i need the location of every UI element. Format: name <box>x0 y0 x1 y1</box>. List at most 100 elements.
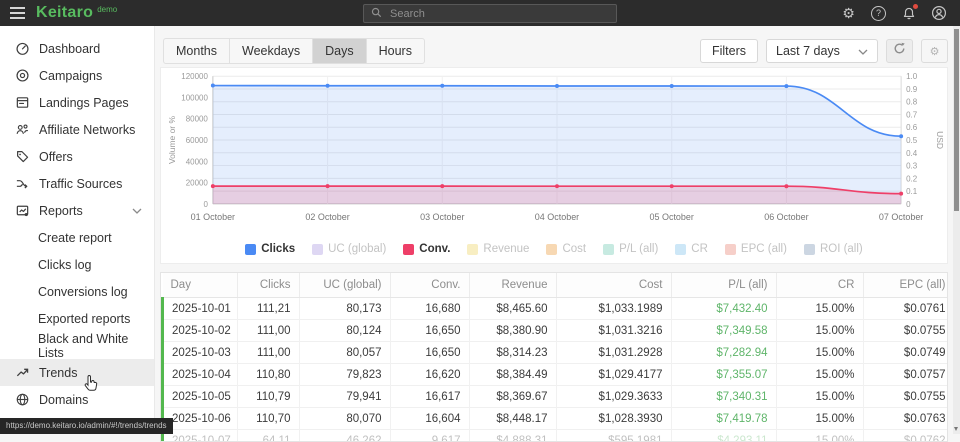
sidebar-item-domains[interactable]: Domains <box>0 386 154 413</box>
table-cell: $0.0762 <box>863 430 948 442</box>
table-cell: 16,650 <box>390 342 469 364</box>
chart-legend: Clicks UC (global) Conv. Revenue Cost P/L (al… <box>161 239 947 263</box>
sidebar-item-reports[interactable]: Reports <box>0 197 154 224</box>
search-input[interactable] <box>388 7 609 21</box>
refresh-icon <box>893 42 906 60</box>
column-header[interactable]: Clicks <box>237 273 299 298</box>
trends-table: DayClicksUC (global)Conv.RevenueCostP/L … <box>161 273 948 442</box>
svg-text:0.3: 0.3 <box>906 162 918 171</box>
table-cell: 15.00% <box>776 430 863 442</box>
table-cell: $8,448.17 <box>469 408 556 430</box>
settings-icon[interactable]: ⚙ <box>840 5 857 22</box>
svg-text:0.2: 0.2 <box>906 174 918 183</box>
table-cell: 2025-10-07 <box>163 430 238 442</box>
filters-button[interactable]: Filters <box>700 39 758 63</box>
table-cell: $8,314.23 <box>469 342 556 364</box>
top-bar: Keitaro demo ⚙ ? <box>0 0 960 26</box>
sidebar-item-affiliate-networks[interactable]: Affiliate Networks <box>0 116 154 143</box>
trend-arrow-icon <box>14 365 30 381</box>
column-header[interactable]: P/L (all) <box>671 273 776 298</box>
legend-label: Cost <box>562 243 586 255</box>
landing-page-icon <box>14 95 30 111</box>
table-cell: 80,124 <box>299 320 390 342</box>
table-cell: 80,173 <box>299 298 390 320</box>
table-row: 2025-10-01111,2180,17316,680$8,465.60$1,… <box>163 298 949 320</box>
svg-text:Volume or %: Volume or % <box>167 116 177 164</box>
sidebar-item-campaigns[interactable]: Campaigns <box>0 62 154 89</box>
legend-item[interactable]: UC (global) <box>312 243 386 255</box>
gauge-icon <box>14 41 30 57</box>
legend-item[interactable]: CR <box>675 243 708 255</box>
sidebar-item-clicks-log[interactable]: Clicks log <box>0 251 154 278</box>
legend-item[interactable]: Conv. <box>403 243 450 255</box>
svg-text:0.7: 0.7 <box>906 110 918 119</box>
column-header[interactable]: CR <box>776 273 863 298</box>
table-cell: 80,057 <box>299 342 390 364</box>
sidebar-item-black-white-lists[interactable]: Black and White Lists <box>0 332 154 359</box>
table-cell: 79,823 <box>299 364 390 386</box>
svg-text:0.4: 0.4 <box>906 149 918 158</box>
table-cell: 15.00% <box>776 342 863 364</box>
column-header[interactable]: Day <box>163 273 238 298</box>
sidebar-item-traffic-sources[interactable]: Traffic Sources <box>0 170 154 197</box>
column-header[interactable]: EPC (all) <box>863 273 948 298</box>
tab-weekdays[interactable]: Weekdays <box>230 39 313 63</box>
trends-chart: 02000040000600008000010000012000000.10.2… <box>161 68 949 234</box>
svg-text:01 October: 01 October <box>191 212 235 222</box>
sidebar-item-landings-pages[interactable]: Landings Pages <box>0 89 154 116</box>
legend-label: P/L (all) <box>619 243 658 255</box>
scrollbar-thumb[interactable] <box>954 29 959 211</box>
sidebar-item-offers[interactable]: Offers <box>0 143 154 170</box>
table-cell: $7,419.78 <box>671 408 776 430</box>
column-header[interactable]: Cost <box>556 273 671 298</box>
search-bar[interactable] <box>363 4 617 23</box>
main-content: Months Weekdays Days Hours Filters Last … <box>155 26 960 434</box>
table-cell: $7,282.94 <box>671 342 776 364</box>
date-range-select[interactable]: Last 7 days <box>766 39 878 63</box>
sidebar-item-create-report[interactable]: Create report <box>0 224 154 251</box>
table-cell: 2025-10-05 <box>163 386 238 408</box>
notifications-icon[interactable] <box>900 5 917 22</box>
legend-item[interactable]: Clicks <box>245 243 295 255</box>
legend-label: Conv. <box>419 243 450 255</box>
table-cell: $7,340.31 <box>671 386 776 408</box>
sidebar-item-trends[interactable]: Trends <box>0 359 154 386</box>
table-cell: 15.00% <box>776 408 863 430</box>
table-cell: 9,617 <box>390 430 469 442</box>
refresh-button[interactable] <box>886 39 913 63</box>
sidebar: Dashboard Campaigns Landings Pages Affil… <box>0 26 155 434</box>
svg-text:120000: 120000 <box>181 72 208 81</box>
help-icon[interactable]: ? <box>870 5 887 22</box>
scrollbar-down-arrow[interactable] <box>954 427 958 431</box>
column-header[interactable]: Revenue <box>469 273 556 298</box>
legend-label: ROI (all) <box>820 243 863 255</box>
sidebar-item-conversions-log[interactable]: Conversions log <box>0 278 154 305</box>
legend-item[interactable]: P/L (all) <box>603 243 658 255</box>
app-logo: Keitaro <box>36 4 93 22</box>
table-row: 2025-10-02111,0080,12416,650$8,380.90$1,… <box>163 320 949 342</box>
table-cell: 16,617 <box>390 386 469 408</box>
svg-text:04 October: 04 October <box>535 212 579 222</box>
column-header[interactable]: Conv. <box>390 273 469 298</box>
sidebar-item-exported-reports[interactable]: Exported reports <box>0 305 154 332</box>
table-row: 2025-10-0764,1146,2629,617$4,888.31$595.… <box>163 430 949 442</box>
globe-icon <box>14 392 30 408</box>
hamburger-menu-icon[interactable] <box>0 7 34 19</box>
chart-settings-button[interactable]: ⚙ <box>921 39 948 63</box>
tab-months[interactable]: Months <box>164 39 230 63</box>
svg-text:1.0: 1.0 <box>906 72 918 81</box>
legend-item[interactable]: ROI (all) <box>804 243 863 255</box>
tab-days[interactable]: Days <box>313 39 366 63</box>
column-header[interactable]: UC (global) <box>299 273 390 298</box>
legend-item[interactable]: EPC (all) <box>725 243 787 255</box>
legend-item[interactable]: Revenue <box>467 243 529 255</box>
legend-item[interactable]: Cost <box>546 243 586 255</box>
table-cell: 16,604 <box>390 408 469 430</box>
svg-text:02 October: 02 October <box>305 212 349 222</box>
chevron-down-icon <box>132 208 142 214</box>
legend-label: UC (global) <box>328 243 386 255</box>
account-icon[interactable] <box>930 5 947 22</box>
sidebar-item-dashboard[interactable]: Dashboard <box>0 35 154 62</box>
tab-hours[interactable]: Hours <box>367 39 424 63</box>
link-status-bar: https://demo.keitaro.io/admin/#!/trends/… <box>0 418 173 434</box>
